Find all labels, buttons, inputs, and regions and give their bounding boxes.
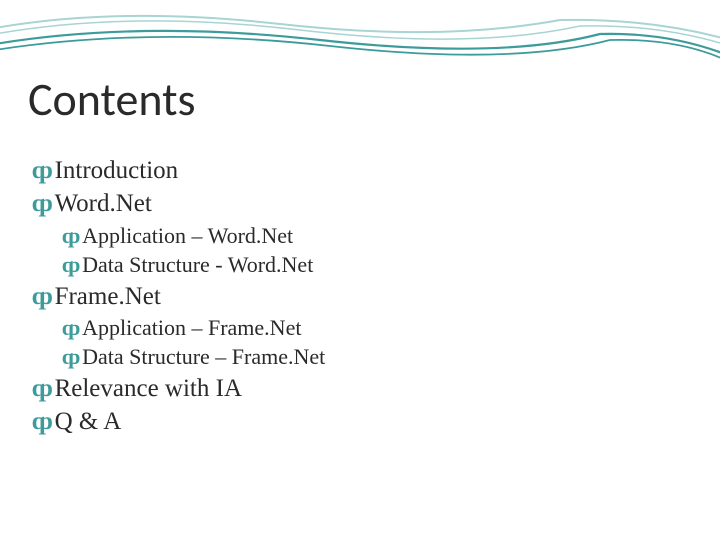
- item-text: Relevance with IA: [55, 373, 242, 404]
- list-item: ȹ Introduction: [32, 155, 672, 186]
- item-text: Q & A: [55, 406, 122, 437]
- contents-list: ȹ Introduction ȹ Word.Net ȹ Application …: [32, 155, 672, 439]
- item-text: Data Structure – Frame.Net: [82, 343, 325, 371]
- bullet-icon: ȹ: [32, 284, 53, 309]
- item-text: Frame.Net: [55, 281, 161, 312]
- list-item: ȹ Data Structure - Word.Net: [62, 251, 672, 279]
- list-item: ȹ Application – Word.Net: [62, 222, 672, 250]
- list-item: ȹ Q & A: [32, 406, 672, 437]
- list-item: ȹ Relevance with IA: [32, 373, 672, 404]
- list-item: ȹ Word.Net: [32, 188, 672, 219]
- list-item: ȹ Frame.Net: [32, 281, 672, 312]
- bullet-icon: ȹ: [62, 346, 80, 368]
- list-item: ȹ Application – Frame.Net: [62, 314, 672, 342]
- bullet-icon: ȹ: [62, 254, 80, 276]
- item-text: Word.Net: [55, 188, 152, 219]
- bullet-icon: ȹ: [32, 158, 53, 183]
- bullet-icon: ȹ: [32, 409, 53, 434]
- bullet-icon: ȹ: [62, 225, 80, 247]
- bullet-icon: ȹ: [32, 376, 53, 401]
- slide-title: Contents: [28, 72, 195, 128]
- item-text: Introduction: [55, 155, 179, 186]
- item-text: Data Structure - Word.Net: [82, 251, 313, 279]
- slide-top-decoration: [0, 0, 720, 70]
- list-item: ȹ Data Structure – Frame.Net: [62, 343, 672, 371]
- bullet-icon: ȹ: [32, 191, 53, 216]
- item-text: Application – Frame.Net: [82, 314, 301, 342]
- bullet-icon: ȹ: [62, 317, 80, 339]
- item-text: Application – Word.Net: [82, 222, 293, 250]
